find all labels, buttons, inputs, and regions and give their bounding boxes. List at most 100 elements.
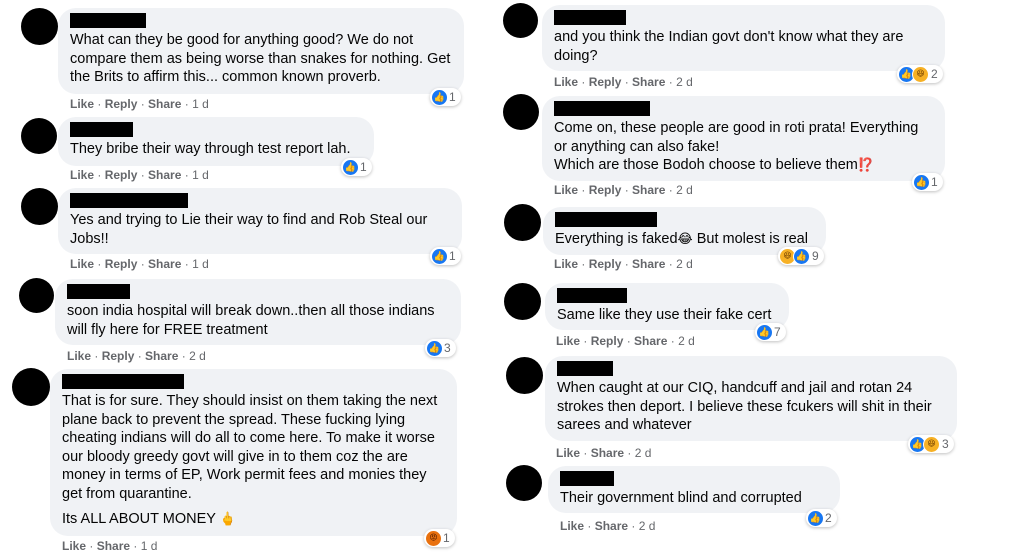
reaction-count: 2 — [825, 511, 832, 525]
share-link[interactable]: Share — [591, 446, 624, 460]
redacted-author-name[interactable] — [70, 13, 146, 28]
reaction-summary[interactable]: 👍 1 — [341, 158, 372, 176]
timestamp[interactable]: 2 d — [676, 257, 693, 271]
like-reaction-icon: 👍 — [793, 247, 810, 265]
reply-link[interactable]: Reply — [591, 334, 624, 348]
share-link[interactable]: Share — [632, 257, 665, 271]
like-reaction-icon: 👍 — [914, 174, 929, 190]
avatar[interactable] — [503, 94, 539, 130]
share-link[interactable]: Share — [148, 97, 181, 111]
like-link[interactable]: Like — [554, 183, 578, 197]
timestamp[interactable]: 1 d — [192, 168, 209, 182]
like-link[interactable]: Like — [556, 446, 580, 460]
comment-text: Same like they use their fake cert — [557, 307, 772, 323]
redacted-author-name[interactable] — [557, 288, 627, 303]
like-link[interactable]: Like — [554, 75, 578, 89]
redacted-author-name[interactable] — [560, 471, 614, 486]
share-link[interactable]: Share — [145, 349, 178, 363]
share-link[interactable]: Share — [97, 539, 130, 553]
avatar[interactable] — [21, 188, 58, 225]
timestamp[interactable]: 1 d — [141, 539, 158, 553]
comment-bubble: Come on, these people are good in roti p… — [542, 96, 945, 181]
reaction-summary[interactable]: 👍 7 — [755, 323, 786, 341]
share-link[interactable]: Share — [632, 75, 665, 89]
reaction-summary[interactable]: 😆 👍 9 — [778, 247, 824, 265]
reply-link[interactable]: Reply — [105, 257, 138, 271]
angry-reaction-icon: 😡 — [426, 530, 441, 546]
redacted-author-name[interactable] — [67, 284, 130, 299]
avatar[interactable] — [504, 204, 541, 241]
redacted-author-name[interactable] — [557, 361, 613, 376]
reply-link[interactable]: Reply — [589, 183, 622, 197]
avatar[interactable] — [506, 357, 543, 394]
comment-text: Come on, these people are good in roti p… — [554, 120, 919, 155]
like-link[interactable]: Like — [62, 539, 86, 553]
redacted-author-name[interactable] — [70, 193, 188, 208]
reply-link[interactable]: Reply — [102, 349, 135, 363]
reply-link[interactable]: Reply — [105, 168, 138, 182]
reaction-summary[interactable]: 😡 1 — [424, 529, 455, 547]
timestamp[interactable]: 2 d — [678, 334, 695, 348]
like-reaction-icon: 👍 — [427, 340, 442, 356]
avatar[interactable] — [506, 465, 542, 501]
timestamp[interactable]: 2 d — [635, 446, 652, 460]
like-link[interactable]: Like — [70, 168, 94, 182]
comment-bubble: When caught at our CIQ, handcuff and jai… — [545, 356, 957, 441]
comment-text: Yes and trying to Lie their way to find … — [70, 212, 428, 247]
timestamp[interactable]: 1 d — [192, 257, 209, 271]
share-link[interactable]: Share — [632, 183, 665, 197]
redacted-author-name[interactable] — [554, 10, 626, 25]
avatar[interactable] — [12, 368, 50, 406]
comment-actions: Like · Reply · Share · 1 d — [70, 97, 209, 111]
share-link[interactable]: Share — [634, 334, 667, 348]
reaction-count: 1 — [449, 249, 456, 263]
comment-actions: Like · Share · 2 d — [560, 519, 656, 533]
reaction-summary[interactable]: 👍 1 — [430, 247, 461, 265]
reaction-summary[interactable]: 👍 1 — [912, 173, 943, 191]
like-link[interactable]: Like — [70, 257, 94, 271]
redacted-author-name[interactable] — [62, 374, 184, 389]
reaction-summary[interactable]: 👍 3 — [425, 339, 456, 357]
reaction-summary[interactable]: 👍 1 — [430, 88, 461, 106]
avatar[interactable] — [503, 3, 538, 38]
reaction-count: 1 — [443, 531, 450, 545]
comment-text: soon india hospital will break down..the… — [67, 303, 435, 338]
like-reaction-icon: 👍 — [432, 248, 447, 264]
timestamp[interactable]: 2 d — [676, 75, 693, 89]
like-reaction-icon: 👍 — [808, 510, 823, 526]
comment-bubble: Yes and trying to Lie their way to find … — [58, 188, 462, 254]
comment-actions: Like · Reply · Share · 2 d — [554, 75, 693, 89]
like-link[interactable]: Like — [67, 349, 91, 363]
reply-link[interactable]: Reply — [589, 257, 622, 271]
comment-actions: Like · Reply · Share · 2 d — [554, 183, 693, 197]
avatar[interactable] — [504, 283, 541, 320]
reply-link[interactable]: Reply — [589, 75, 622, 89]
timestamp[interactable]: 2 d — [639, 519, 656, 533]
comment-text-line: Which are those Bodoh choose to believe … — [554, 156, 933, 175]
avatar[interactable] — [21, 118, 57, 154]
redacted-author-name[interactable] — [555, 212, 657, 227]
like-link[interactable]: Like — [554, 257, 578, 271]
redacted-author-name[interactable] — [70, 122, 133, 137]
reply-link[interactable]: Reply — [105, 97, 138, 111]
reaction-count: 2 — [931, 67, 938, 81]
like-link[interactable]: Like — [70, 97, 94, 111]
timestamp[interactable]: 2 d — [189, 349, 206, 363]
like-link[interactable]: Like — [560, 519, 584, 533]
timestamp[interactable]: 2 d — [676, 183, 693, 197]
laughing-emoji: 😂 — [677, 231, 693, 246]
share-link[interactable]: Share — [595, 519, 628, 533]
like-link[interactable]: Like — [556, 334, 580, 348]
avatar[interactable] — [21, 8, 58, 45]
reaction-summary[interactable]: 👍 😆 3 — [908, 435, 954, 453]
redacted-author-name[interactable] — [554, 101, 650, 116]
reaction-summary[interactable]: 👍 😆 2 — [897, 65, 943, 83]
comment-bubble: Same like they use their fake cert — [545, 283, 789, 330]
share-link[interactable]: Share — [148, 168, 181, 182]
timestamp[interactable]: 1 d — [192, 97, 209, 111]
comment-bubble: They bribe their way through test report… — [58, 117, 374, 166]
avatar[interactable] — [19, 278, 54, 313]
reaction-summary[interactable]: 👍 2 — [806, 509, 837, 527]
share-link[interactable]: Share — [148, 257, 181, 271]
reaction-count: 3 — [444, 341, 451, 355]
